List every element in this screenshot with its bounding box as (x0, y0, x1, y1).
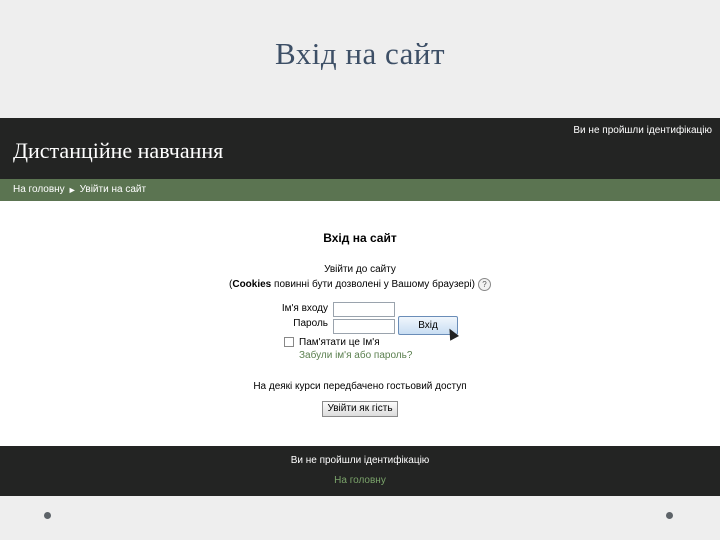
remember-username[interactable]: Пам'ятати це Ім'я (284, 337, 380, 348)
login-intro: Увійти до сайту (324, 264, 396, 275)
footer-login-info: Ви не пройшли ідентифікацію (290, 455, 430, 466)
guest-access-text: На деякі курси передбачено гостьовий дос… (253, 381, 467, 392)
login-heading: Вхід на сайт (323, 231, 397, 245)
site-footer: Ви не пройшли ідентифікацію На головну (0, 446, 720, 496)
remember-label: Пам'ятати це Ім'я (299, 337, 380, 348)
slide-decoration-dot (44, 512, 51, 519)
breadcrumb: На головну ► Увійти на сайт (13, 184, 146, 195)
cookies-note-text: повинні бути дозволені у Вашому браузері… (271, 279, 475, 291)
cookies-note: (Cookies повинні бути дозволені у Вашому… (0, 278, 720, 291)
site-title: Дистанційне навчання (13, 138, 224, 163)
password-input[interactable] (333, 319, 395, 334)
guest-login-button[interactable]: Увійти як гість (322, 401, 398, 417)
login-info: Ви не пройшли ідентифікацію (573, 125, 712, 136)
breadcrumb-home-link[interactable]: На головну (13, 184, 65, 195)
slide-title: Вхід на сайт (274, 36, 446, 71)
forgot-password-link[interactable]: Забули ім'я або пароль? (299, 350, 412, 361)
login-panel: Вхід на сайт Увійти до сайту (Cookies по… (0, 201, 720, 446)
slide-decoration-dot (666, 512, 673, 519)
breadcrumb-current: Увійти на сайт (79, 184, 147, 195)
footer-home-link[interactable]: На головну (0, 475, 720, 486)
remember-checkbox[interactable] (284, 337, 294, 348)
navbar: На головну ► Увійти на сайт (0, 179, 720, 201)
breadcrumb-arrow-icon: ► (67, 184, 77, 195)
browser-screenshot: Дистанційне навчання Ви не пройшли ідент… (0, 118, 720, 496)
username-label: Ім'я входу (281, 303, 328, 314)
cookies-note-bold: Cookies (232, 279, 272, 291)
username-input[interactable] (333, 302, 395, 317)
password-label: Пароль (293, 318, 328, 329)
help-icon[interactable]: ? (477, 278, 491, 291)
site-header: Дистанційне навчання Ви не пройшли ідент… (0, 118, 720, 179)
